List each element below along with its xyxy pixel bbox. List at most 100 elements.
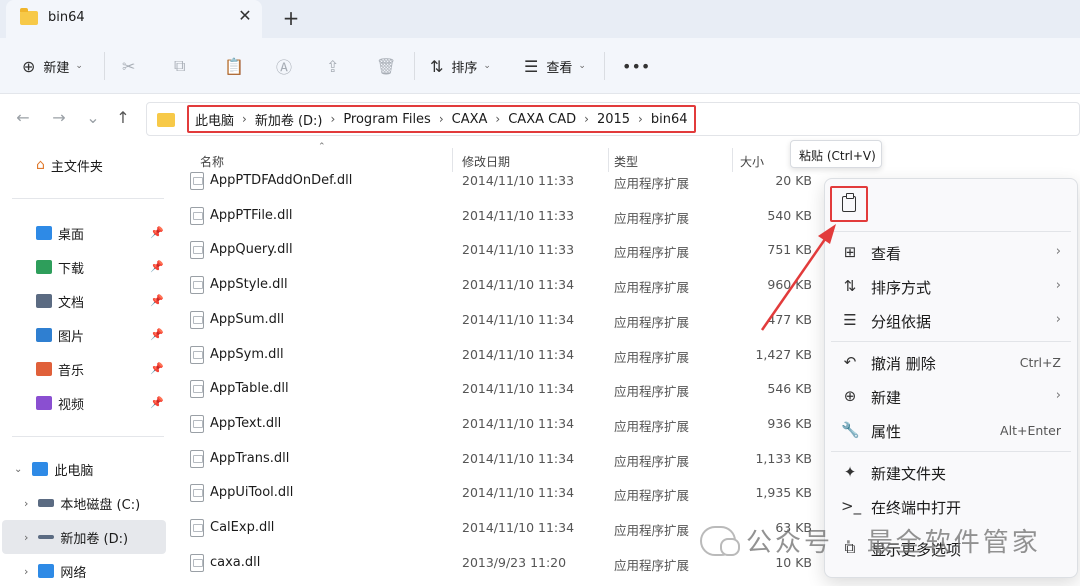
chevron-right-icon: › xyxy=(24,530,29,544)
file-row[interactable]: AppSym.dll 2014/11/10 11:34 应用程序扩展 1,427 KB xyxy=(186,338,826,373)
chevron-right-icon[interactable]: › xyxy=(638,112,643,126)
file-row[interactable]: AppStyle.dll 2014/11/10 11:34 应用程序扩展 960 KB xyxy=(186,268,826,303)
tab-bar: bin64 ✕ + xyxy=(0,0,1080,38)
pin-icon: 📌 xyxy=(150,328,164,341)
menu-item[interactable]: ⊞ 查看 › xyxy=(825,235,1079,269)
recent-locations-icon[interactable]: ⌄ xyxy=(82,108,104,127)
paste-icon xyxy=(842,193,856,212)
up-icon[interactable]: ↑ xyxy=(112,108,134,127)
address-bar[interactable]: 此电脑 › 新加卷 (D:) › Program Files › CAXA › CAXA CAD… xyxy=(146,102,1080,136)
sidebar-item-quick[interactable]: 图片 xyxy=(36,320,84,350)
forward-icon[interactable]: → xyxy=(48,108,70,127)
file-size: 1,935 KB xyxy=(755,485,812,501)
videos-icon xyxy=(36,396,52,410)
chevron-right-icon[interactable]: › xyxy=(495,112,500,126)
chevron-right-icon[interactable]: › xyxy=(331,112,336,126)
watermark: 公众号 · 最全软件管家 xyxy=(700,522,1041,559)
menu-item[interactable]: >_ 在终端中打开 xyxy=(825,489,1079,523)
new-tab-button[interactable]: + xyxy=(280,6,302,30)
sidebar-item-this-pc[interactable]: ⌄ 此电脑 xyxy=(14,454,93,484)
file-type: 应用程序扩展 xyxy=(614,280,690,296)
file-row[interactable]: AppTable.dll 2014/11/10 11:34 应用程序扩展 546 KB xyxy=(186,372,826,407)
properties-icon: 🔧 xyxy=(841,421,860,439)
file-row[interactable]: AppPTFile.dll 2014/11/10 11:33 应用程序扩展 540 K… xyxy=(186,199,826,234)
sort-button[interactable]: ⇅ 排序 ⌄ xyxy=(430,38,491,94)
more-button[interactable]: ••• xyxy=(622,38,650,94)
share-button[interactable]: ⇪ xyxy=(326,38,339,94)
breadcrumb-item[interactable]: Program Files xyxy=(343,112,431,127)
breadcrumb-item[interactable]: 新加卷 (D:) xyxy=(255,110,323,129)
file-size: 960 KB xyxy=(767,277,812,293)
sidebar-item-drive-d[interactable]: › 新加卷 (D:) xyxy=(24,522,128,552)
copy-button[interactable]: ⧉ xyxy=(174,38,185,94)
cut-button[interactable]: ✂ xyxy=(122,38,135,94)
sidebar-item-quick[interactable]: 文档 xyxy=(36,286,84,316)
file-row[interactable]: AppPTDFAddOnDef.dll 2014/11/10 11:33 应用程序扩… xyxy=(186,164,826,199)
delete-button[interactable]: 🗑 xyxy=(376,38,396,94)
dll-file-icon xyxy=(190,172,204,190)
chevron-right-icon[interactable]: › xyxy=(242,112,247,126)
sidebar-item-network[interactable]: › 网络 xyxy=(24,556,86,586)
close-tab-icon[interactable]: ✕ xyxy=(234,6,256,25)
sidebar-item-drive-c[interactable]: › 本地磁盘 (C:) xyxy=(24,488,140,518)
breadcrumb-item[interactable]: CAXA CAD xyxy=(508,112,576,127)
rename-button[interactable]: Ⓐ xyxy=(276,38,292,94)
pin-icon: 📌 xyxy=(150,362,164,375)
desktop-icon xyxy=(36,226,52,240)
file-row[interactable]: AppUiTool.dll 2014/11/10 11:34 应用程序扩展 1,935… xyxy=(186,476,826,511)
chevron-down-icon: ⌄ xyxy=(75,61,83,71)
file-row[interactable]: AppText.dll 2014/11/10 11:34 应用程序扩展 936 KB xyxy=(186,407,826,442)
documents-icon xyxy=(36,294,52,308)
sidebar-item-home[interactable]: ⌂ 主文件夹 xyxy=(36,150,103,180)
view-button[interactable]: ☰ 查看 ⌄ xyxy=(524,38,586,94)
file-date: 2014/11/10 11:34 xyxy=(462,277,575,293)
file-row[interactable]: AppQuery.dll 2014/11/10 11:33 应用程序扩展 751 KB xyxy=(186,233,826,268)
tab-bin64[interactable]: bin64 ✕ xyxy=(6,0,262,38)
file-name: AppSym.dll xyxy=(210,346,284,362)
sidebar-item-quick[interactable]: 音乐 xyxy=(36,354,84,384)
breadcrumb-item[interactable]: bin64 xyxy=(651,112,688,127)
menu-item[interactable]: ↶ 撤消 删除 Ctrl+Z xyxy=(825,345,1079,379)
menu-item[interactable]: 🔧 属性 Alt+Enter xyxy=(825,413,1079,447)
group-icon: ☰ xyxy=(843,311,857,329)
file-type: 应用程序扩展 xyxy=(614,349,690,365)
chevron-down-icon: ⌄ xyxy=(14,463,23,475)
undo-icon: ↶ xyxy=(843,353,857,371)
sidebar-item-label: 下载 xyxy=(58,261,85,277)
dll-file-icon xyxy=(190,276,204,295)
file-type: 应用程序扩展 xyxy=(614,314,690,330)
chevron-right-icon: › xyxy=(1055,278,1061,293)
sidebar-item-quick[interactable]: 桌面 xyxy=(36,218,84,248)
paste-button[interactable]: 📋 xyxy=(224,38,244,94)
file-row[interactable]: AppTrans.dll 2014/11/10 11:34 应用程序扩展 1,133 … xyxy=(186,442,826,477)
file-name: CalExp.dll xyxy=(210,520,275,535)
sort-ascending-icon: ⌃ xyxy=(318,142,326,152)
file-type: 应用程序扩展 xyxy=(614,523,690,538)
menu-item[interactable]: ✦ 新建文件夹 xyxy=(825,455,1079,489)
file-row[interactable]: AppSum.dll 2014/11/10 11:34 应用程序扩展 477 KB xyxy=(186,303,826,338)
sidebar-item-label: 主文件夹 xyxy=(50,159,103,175)
file-size: 477 KB xyxy=(767,311,812,327)
watermark-text: 公众号 · 最全软件管家 xyxy=(746,528,1041,558)
file-date: 2014/11/10 11:34 xyxy=(462,520,575,535)
copy-icon: ⧉ xyxy=(174,56,186,75)
pin-icon: 📌 xyxy=(150,396,164,409)
sidebar-item-quick[interactable]: 下载 xyxy=(36,252,84,282)
chevron-right-icon[interactable]: › xyxy=(439,112,444,126)
breadcrumb-item[interactable]: CAXA xyxy=(452,112,488,127)
sort-button-label: 排序 xyxy=(451,60,478,76)
tab-title: bin64 xyxy=(48,10,85,25)
menu-divider xyxy=(831,231,1071,232)
sidebar-item-quick[interactable]: 视频 xyxy=(36,388,84,418)
menu-item-label: 新建文件夹 xyxy=(871,465,947,483)
paste-menu-button[interactable] xyxy=(830,186,868,222)
back-icon[interactable]: ← xyxy=(12,108,34,127)
menu-item[interactable]: ☰ 分组依据 › xyxy=(825,303,1079,337)
chevron-right-icon[interactable]: › xyxy=(584,112,589,126)
menu-item[interactable]: ⇅ 排序方式 › xyxy=(825,269,1079,303)
menu-item[interactable]: ⊕ 新建 › xyxy=(825,379,1079,413)
new-button[interactable]: ⊕ 新建 ⌄ xyxy=(22,38,83,94)
breadcrumb-item[interactable]: 此电脑 xyxy=(195,110,234,129)
menu-item-label: 查看 xyxy=(871,245,902,263)
breadcrumb-item[interactable]: 2015 xyxy=(597,112,630,127)
